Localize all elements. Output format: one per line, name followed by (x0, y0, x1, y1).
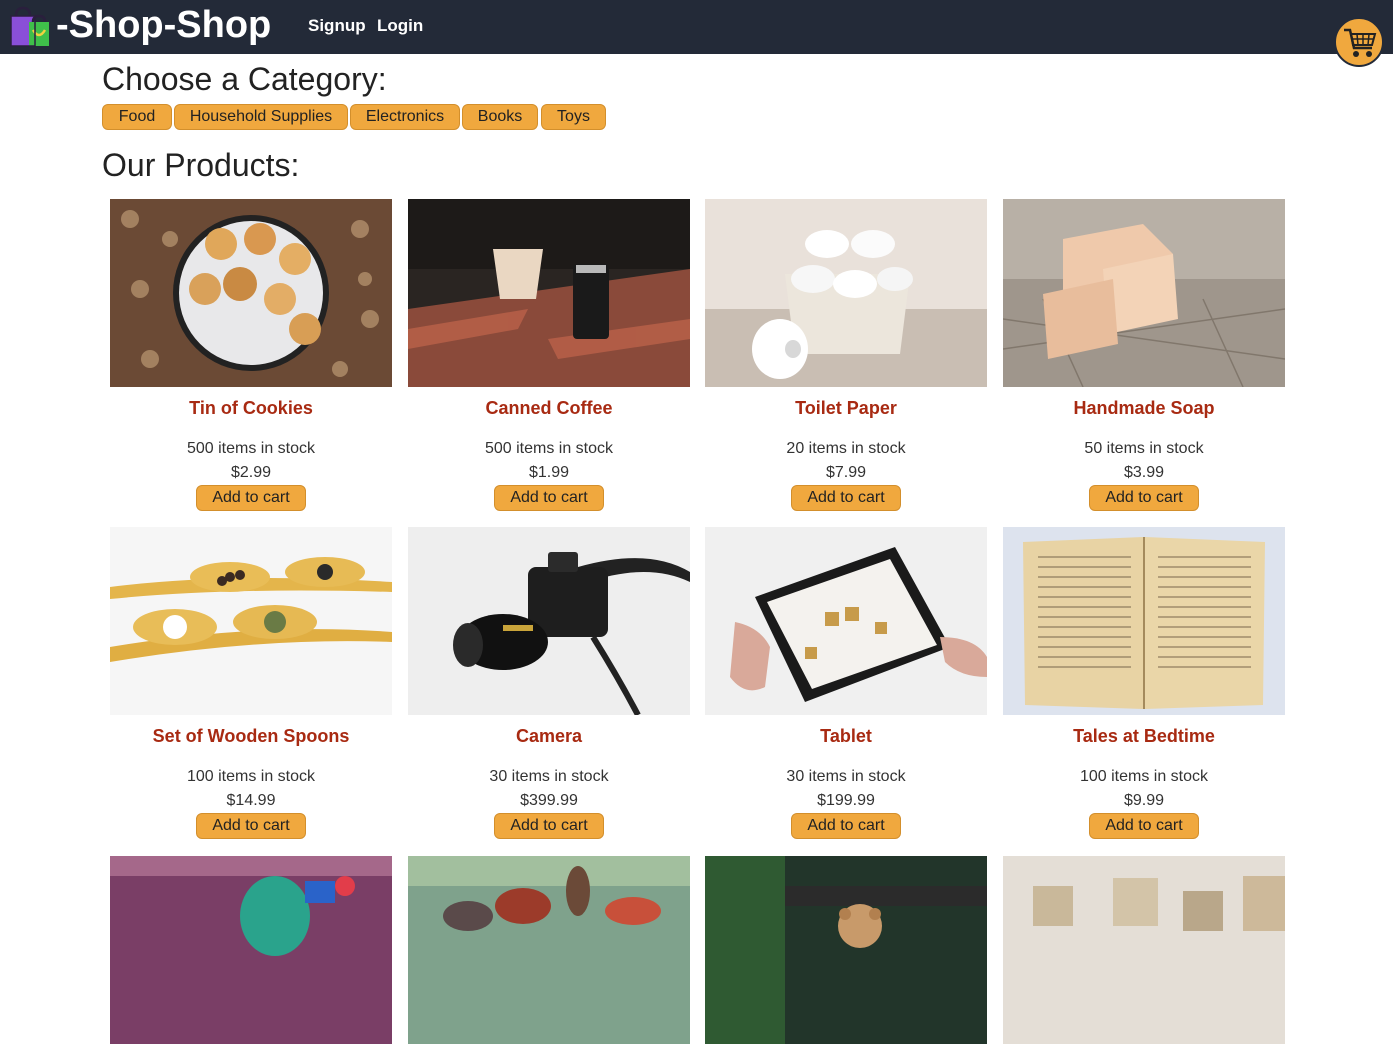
product-name[interactable]: Set of Wooden Spoons (110, 726, 392, 747)
add-to-cart-button[interactable]: Add to cart (494, 813, 604, 839)
product-price: $14.99 (226, 792, 276, 809)
product-price: $199.99 (817, 792, 875, 809)
product-name[interactable]: Toilet Paper (705, 398, 987, 419)
product-image[interactable] (1003, 199, 1285, 387)
add-to-cart-button[interactable]: Add to cart (196, 485, 306, 511)
category-electronics-button[interactable]: Electronics (350, 104, 460, 130)
category-toys-button[interactable]: Toys (541, 104, 606, 130)
category-books-button[interactable]: Books (462, 104, 538, 130)
product-name[interactable]: Tales at Bedtime (1003, 726, 1285, 747)
product-stock: 500 items in stock (186, 440, 316, 457)
category-household-button[interactable]: Household Supplies (174, 104, 348, 130)
add-to-cart-button[interactable]: Add to cart (1089, 485, 1199, 511)
product-stock: 20 items in stock (786, 440, 906, 457)
product-price: $7.99 (825, 464, 867, 481)
product-image[interactable] (705, 199, 987, 387)
product-image[interactable] (705, 856, 987, 1044)
product-image[interactable] (408, 199, 690, 387)
brand-title[interactable]: -Shop-Shop (56, 3, 271, 47)
shopping-cart-icon (1344, 28, 1377, 57)
product-image[interactable] (110, 199, 392, 387)
product-name[interactable]: Tin of Cookies (110, 398, 392, 419)
product-price: $9.99 (1123, 792, 1165, 809)
product-price: $2.99 (230, 464, 272, 481)
product-image[interactable] (1003, 527, 1285, 715)
product-name[interactable]: Camera (408, 726, 690, 747)
product-name[interactable]: Canned Coffee (408, 398, 690, 419)
product-stock: 50 items in stock (1084, 440, 1204, 457)
nav-login-link[interactable]: Login (377, 16, 423, 36)
product-image[interactable] (408, 856, 690, 1044)
add-to-cart-button[interactable]: Add to cart (791, 813, 901, 839)
add-to-cart-button[interactable]: Add to cart (196, 813, 306, 839)
top-header: -Shop-Shop Signup Login (0, 0, 1393, 54)
category-heading: Choose a Category: (102, 61, 387, 97)
product-stock: 30 items in stock (489, 768, 609, 785)
product-image[interactable] (110, 527, 392, 715)
product-image[interactable] (1003, 856, 1285, 1044)
product-stock: 100 items in stock (1079, 768, 1209, 785)
product-price: $399.99 (520, 792, 578, 809)
product-image[interactable] (705, 527, 987, 715)
product-image[interactable] (110, 856, 392, 1044)
cart-button[interactable] (1334, 17, 1384, 67)
product-name[interactable]: Tablet (705, 726, 987, 747)
add-to-cart-button[interactable]: Add to cart (791, 485, 901, 511)
product-image[interactable] (408, 527, 690, 715)
product-price: $1.99 (528, 464, 570, 481)
add-to-cart-button[interactable]: Add to cart (494, 485, 604, 511)
category-food-button[interactable]: Food (102, 104, 172, 130)
product-stock: 30 items in stock (786, 768, 906, 785)
products-heading: Our Products: (102, 147, 300, 183)
product-stock: 100 items in stock (186, 768, 316, 785)
product-price: $3.99 (1123, 464, 1165, 481)
add-to-cart-button[interactable]: Add to cart (1089, 813, 1199, 839)
product-stock: 500 items in stock (484, 440, 614, 457)
product-name[interactable]: Handmade Soap (1003, 398, 1285, 419)
nav-signup-link[interactable]: Signup (308, 16, 366, 36)
shopping-bag-icon (10, 6, 49, 47)
